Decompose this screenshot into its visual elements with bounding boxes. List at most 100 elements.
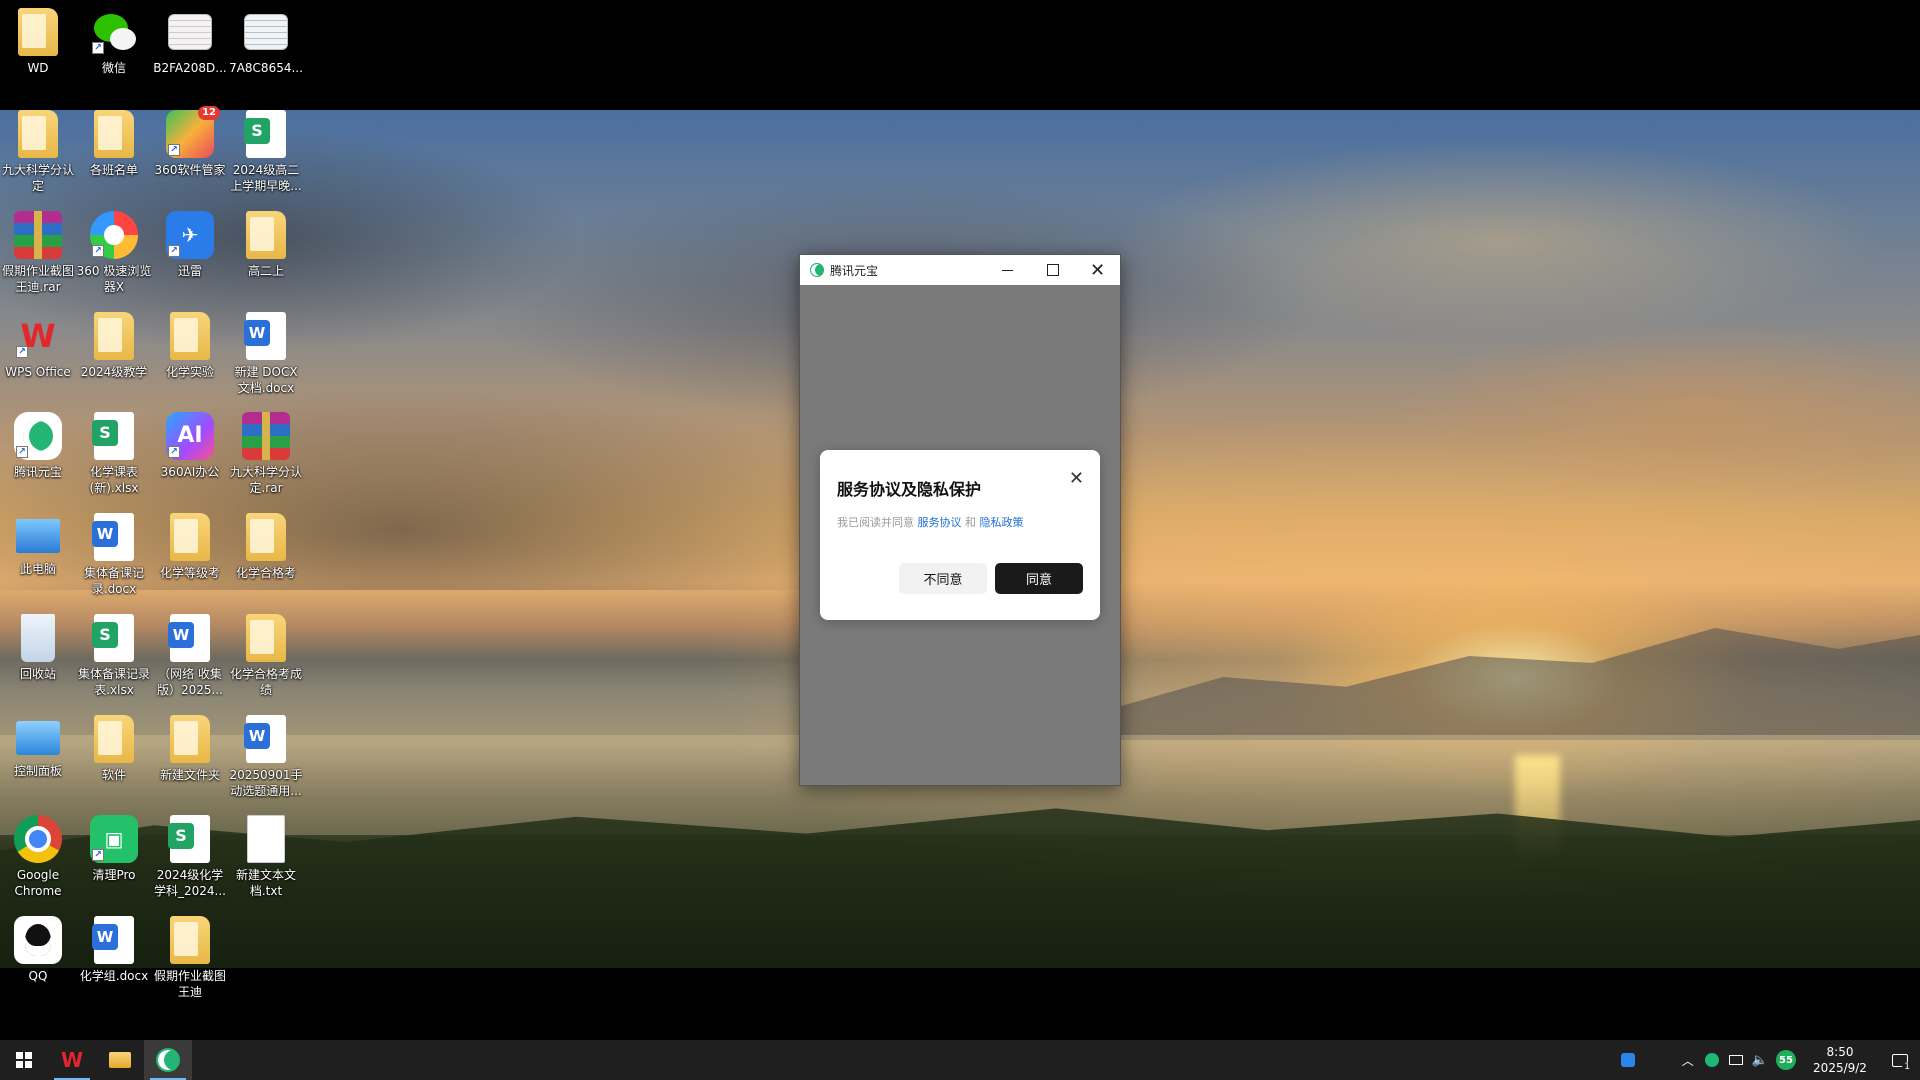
xunlei-icon: ✈ ↗: [166, 211, 214, 259]
notification-count: 1: [1902, 1062, 1912, 1072]
tray-network[interactable]: [1724, 1040, 1748, 1080]
desktop-icon-label: 腾讯元宝: [13, 465, 62, 479]
desktop-icon-wechat[interactable]: ↗ 微信: [76, 8, 152, 76]
folder-icon: [170, 916, 210, 964]
yuanbao-icon: ↗: [14, 412, 62, 460]
desktop-icon-label: Google Chrome: [14, 868, 62, 898]
file-explorer-icon: [109, 1052, 131, 1068]
desktop-icon-label: 2024级高二上学期早晚...: [230, 163, 302, 193]
tray-360[interactable]: 55: [1772, 1040, 1800, 1080]
desktop-icon-xunlei[interactable]: ✈ ↗ 迅雷: [152, 211, 228, 279]
desktop-icon-rar-jiuda[interactable]: 九大科学分认定.rar: [228, 412, 304, 496]
desktop-icon-label: 假期作业截图王迪: [153, 969, 226, 999]
desktop-icon-chem-group-docx[interactable]: 化学组.docx: [76, 916, 152, 984]
qq-icon: [14, 916, 62, 964]
window-titlebar[interactable]: 腾讯元宝 ✕: [800, 255, 1120, 285]
desktop-icon-rar-homework[interactable]: 假期作业截图王迪.rar: [0, 211, 76, 295]
control-panel-icon: [16, 721, 60, 755]
speaker-icon: 🔈: [1751, 1052, 1768, 1068]
minimize-button[interactable]: [985, 255, 1030, 285]
desktop-icon-folder-software[interactable]: 软件: [76, 715, 152, 783]
desktop-icon-folder-homework-screens[interactable]: 假期作业截图王迪: [152, 916, 228, 1000]
rar-archive-icon: [14, 211, 62, 259]
privacy-policy-link[interactable]: 隐私政策: [980, 516, 1024, 529]
desktop-icon-chem-schedule[interactable]: 化学课表(新).xlsx: [76, 412, 152, 496]
desktop-icon-label: WPS Office: [5, 365, 71, 379]
desktop-icon-lesson-record-docx[interactable]: 集体备课记录.docx: [76, 513, 152, 597]
cleaner-pro-icon: ▣ ↗: [90, 815, 138, 863]
taskbar-app-file-explorer[interactable]: [96, 1040, 144, 1080]
desktop-icon-label: 360软件管家: [154, 163, 226, 177]
desktop-icon-image-b2fa[interactable]: B2FA208D...: [152, 8, 228, 76]
folder-icon: [246, 211, 286, 259]
desktop-icon-new-docx[interactable]: 新建 DOCX 文档.docx: [228, 312, 304, 396]
close-window-button[interactable]: ✕: [1075, 255, 1120, 285]
recycle-bin-icon: [21, 614, 55, 662]
desktop-icon-folder-jiuda[interactable]: 九大科学分认定: [0, 110, 76, 194]
desktop-icon-360-browser[interactable]: ↗ 360 极速浏览器X: [76, 211, 152, 295]
desktop-icon-label: （网络 收集版）2025...: [157, 667, 223, 697]
desktop-icon-folder-chem-pass[interactable]: 化学合格考: [228, 513, 304, 581]
word-document-icon: [168, 614, 210, 662]
desktop-icon-qq[interactable]: QQ: [0, 916, 76, 984]
desktop-icon-this-pc[interactable]: 此电脑: [0, 513, 76, 577]
taskbar-app-yuanbao[interactable]: [144, 1040, 192, 1080]
yuanbao-tray-icon: [1704, 1053, 1719, 1067]
chevron-up-icon: ︿: [1681, 1053, 1694, 1068]
spreadsheet-icon: [168, 815, 210, 863]
maximize-button[interactable]: [1030, 255, 1075, 285]
clock-time: 8:50: [1826, 1045, 1854, 1059]
show-hidden-icons-button[interactable]: ︿: [1676, 1040, 1700, 1080]
system-tray: ︿ 🔈 55 8:50 2025/9/2 1: [1616, 1040, 1920, 1080]
folder-icon: [170, 312, 210, 360]
desktop-icon-folder-classlist[interactable]: 各班名单: [76, 110, 152, 178]
desktop-icon-lesson-record-xlsx[interactable]: 集体备课记录表.xlsx: [76, 614, 152, 698]
desktop-icon-label: QQ: [28, 969, 48, 983]
desktop-icon-new-txt[interactable]: 新建文本文档.txt: [228, 815, 304, 899]
desktop-icon-360-ai-office[interactable]: AI ↗ 360AI办公: [152, 412, 228, 480]
desktop-icon-folder-chem-level[interactable]: 化学等级考: [152, 513, 228, 581]
desktop-icon-cleaner-pro[interactable]: ▣ ↗ 清理Pro: [76, 815, 152, 883]
tray-yuanbao[interactable]: [1700, 1040, 1724, 1080]
desktop-icon-chrome[interactable]: Google Chrome: [0, 815, 76, 899]
desktop-icon-sheet-2024[interactable]: 2024级高二上学期早晚...: [228, 110, 304, 194]
desktop-icon-label: 高二上: [247, 264, 284, 278]
folder-icon: [94, 715, 134, 763]
desktop-icon-360-software-manager[interactable]: 12 ↗ 360软件管家: [152, 106, 228, 178]
text-file-icon: [247, 815, 285, 863]
desktop-icon-chem-subject-xlsx[interactable]: 2024级化学学科_2024...: [152, 815, 228, 899]
folder-icon: [18, 110, 58, 158]
tray-volume[interactable]: 🔈: [1748, 1040, 1772, 1080]
desktop-icon-folder-chem-experiment[interactable]: 化学实验: [152, 312, 228, 380]
desktop-icon-folder-chem-scores[interactable]: 化学合格考成绩: [228, 614, 304, 698]
desktop-icon-network-docx[interactable]: （网络 收集版）2025...: [152, 614, 228, 698]
disagree-button[interactable]: 不同意: [899, 563, 987, 594]
taskbar-app-wps[interactable]: W: [48, 1040, 96, 1080]
start-button[interactable]: [0, 1040, 48, 1080]
desktop-icon-yuanbao[interactable]: ↗ 腾讯元宝: [0, 412, 76, 480]
desktop-icon-wps[interactable]: W ↗ WPS Office: [0, 312, 76, 380]
action-center-button[interactable]: 1: [1880, 1040, 1920, 1080]
desktop-icon-recycle-bin[interactable]: 回收站: [0, 614, 76, 682]
desktop-icon-new-folder[interactable]: 新建文件夹: [152, 715, 228, 783]
spreadsheet-icon: [92, 614, 134, 662]
desktop-icon-folder-gaoer[interactable]: 高二上: [228, 211, 304, 279]
tray-qq[interactable]: [1616, 1040, 1640, 1080]
tray-spacer: [1640, 1040, 1676, 1080]
yuanbao-logo-icon: [810, 263, 824, 277]
desktop-icon-label: 新建文本文档.txt: [235, 868, 296, 898]
desktop-icon-folder-2024-teaching[interactable]: 2024级教学: [76, 312, 152, 380]
clock-date: 2025/9/2: [1813, 1061, 1867, 1075]
desktop-icon-control-panel[interactable]: 控制面板: [0, 715, 76, 779]
word-document-icon: [92, 513, 134, 561]
terms-of-service-link[interactable]: 服务协议: [918, 516, 962, 529]
dialog-title: 服务协议及隐私保护: [837, 480, 982, 499]
user-folder-icon: [18, 8, 58, 56]
desktop-icon-image-7a8c[interactable]: 7A8C8654...: [228, 8, 304, 76]
desktop-icon-wd[interactable]: WD: [0, 8, 76, 76]
agree-button[interactable]: 同意: [995, 563, 1083, 594]
desktop-icon-20250901-docx[interactable]: 20250901手动选题通用...: [228, 715, 304, 799]
dialog-close-icon[interactable]: ✕: [1069, 468, 1084, 489]
folder-icon: [246, 614, 286, 662]
taskbar-clock[interactable]: 8:50 2025/9/2: [1800, 1044, 1880, 1076]
